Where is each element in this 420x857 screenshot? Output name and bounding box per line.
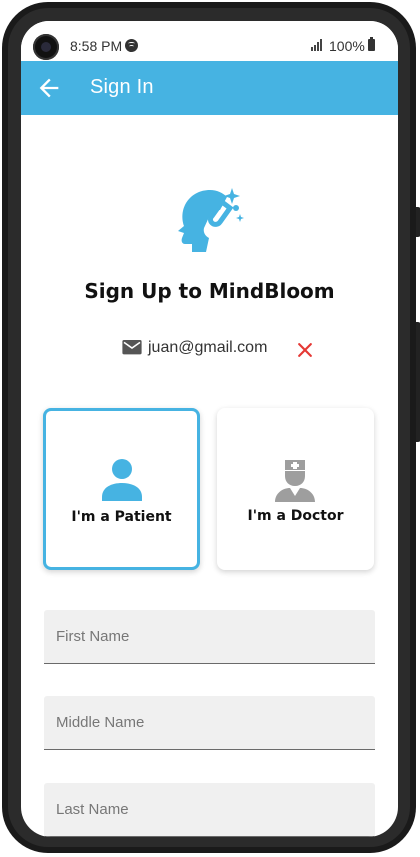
camera-icon [33, 34, 59, 60]
arrow-left-icon[interactable] [35, 74, 63, 102]
doctor-role-label: I'm a Doctor [247, 508, 344, 524]
middle-name-field[interactable] [44, 696, 375, 750]
last-name-input[interactable] [44, 783, 375, 836]
email-text: juan@gmail.com [148, 339, 268, 356]
volume-button [416, 207, 420, 237]
doctor-icon [275, 460, 315, 502]
patient-role-label: I'm a Patient [71, 509, 172, 525]
middle-name-input[interactable] [44, 696, 375, 749]
app-screen: 8:58 PM 100% Sign In Sign Up to MindBloo… [21, 21, 398, 837]
person-icon [102, 459, 142, 501]
last-name-field[interactable] [44, 783, 375, 837]
page-title: Sign In [90, 76, 154, 98]
patient-role-card[interactable]: I'm a Patient [43, 408, 200, 570]
signal-icon [311, 39, 325, 51]
status-bar: 8:58 PM 100% [21, 21, 398, 61]
close-icon[interactable] [295, 340, 315, 360]
spotify-icon [125, 39, 138, 52]
battery-percent: 100% [329, 38, 365, 54]
signup-heading: Sign Up to MindBloom [84, 279, 335, 303]
status-time: 8:58 PM [70, 38, 123, 54]
doctor-role-card[interactable]: I'm a Doctor [217, 408, 374, 570]
first-name-input[interactable] [44, 610, 375, 663]
power-button [416, 322, 420, 442]
battery-icon [368, 37, 375, 51]
first-name-field[interactable] [44, 610, 375, 664]
mail-icon [122, 340, 142, 355]
app-bar: Sign In [21, 61, 398, 115]
email-chip: juan@gmail.com [122, 337, 322, 363]
brain-magnet-icon [178, 188, 244, 252]
